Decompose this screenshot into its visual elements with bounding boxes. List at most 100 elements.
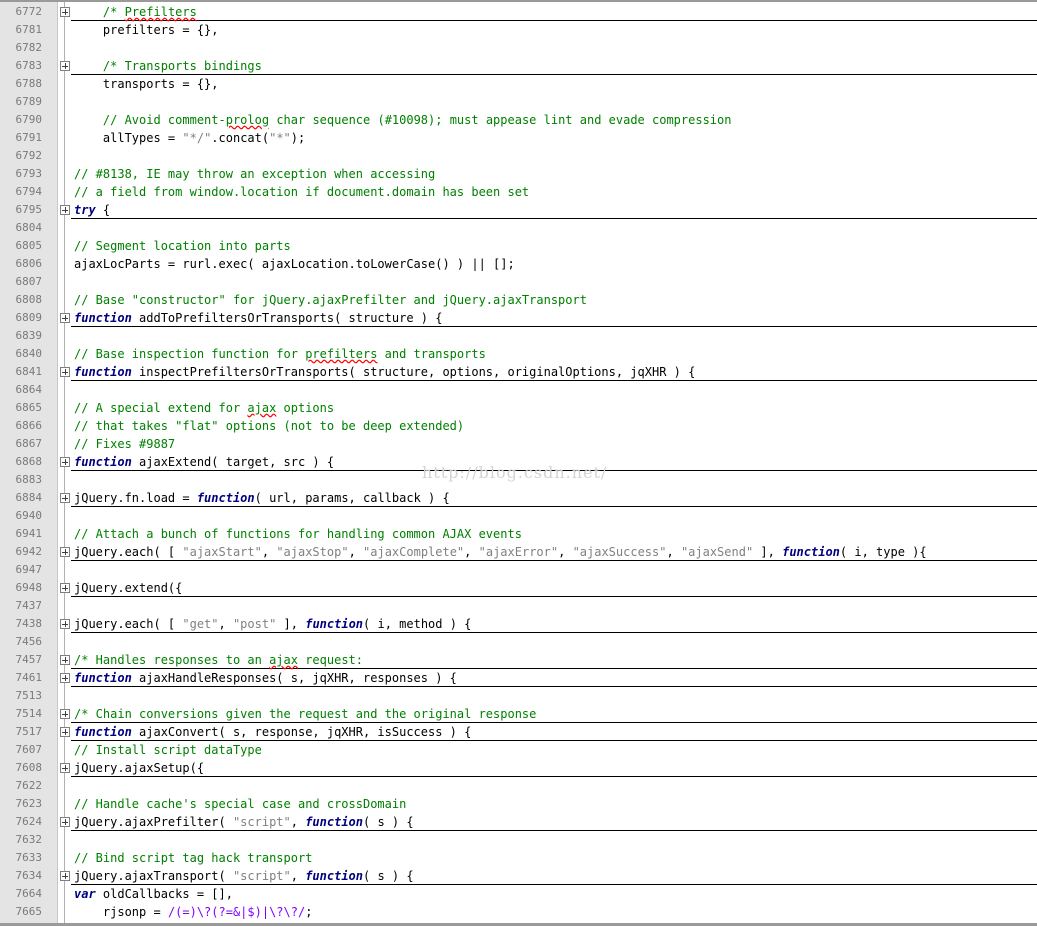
code-text[interactable]: jQuery.ajaxPrefilter( "script", function… [74,813,414,831]
code-line[interactable]: 6940 [0,507,1037,525]
fold-expand-icon[interactable] [60,493,70,503]
code-text[interactable]: // Bind script tag hack transport [74,849,312,867]
code-line[interactable]: 6790 // Avoid comment-prolog char sequen… [0,111,1037,129]
code-text[interactable]: function ajaxHandleResponses( s, jqXHR, … [74,669,457,687]
code-line[interactable]: 7622 [0,777,1037,795]
code-text[interactable]: var oldCallbacks = [], [74,885,233,903]
code-line[interactable]: 7514 /* Chain conversions given the reque… [0,705,1037,723]
code-text[interactable]: /* Prefilters [74,3,197,21]
code-line[interactable]: 6941 // Attach a bunch of functions for h… [0,525,1037,543]
code-text[interactable]: function inspectPrefiltersOrTransports( … [74,363,695,381]
code-line[interactable]: 6841 function inspectPrefiltersOrTranspor… [0,363,1037,381]
code-line[interactable]: 6868 function ajaxExtend( target, src ) { [0,453,1037,471]
code-text[interactable]: // Segment location into parts [74,237,291,255]
code-line[interactable]: 7623 // Handle cache's special case and c… [0,795,1037,813]
code-line[interactable]: 6947 [0,561,1037,579]
code-text[interactable]: prefilters = {}, [74,21,219,39]
code-text[interactable]: // a field from window.location if docum… [74,183,529,201]
code-line[interactable]: 6839 [0,327,1037,345]
code-line[interactable]: 6806 ajaxLocParts = rurl.exec( ajaxLocati… [0,255,1037,273]
code-text[interactable]: // #8138, IE may throw an exception when… [74,165,435,183]
code-text[interactable]: // Install script dataType [74,741,262,759]
fold-expand-icon[interactable] [60,367,70,377]
fold-expand-icon[interactable] [60,313,70,323]
code-text[interactable]: /* Transports bindings [74,57,262,75]
fold-expand-icon[interactable] [60,7,70,17]
code-line[interactable]: 6793 // #8138, IE may throw an exception … [0,165,1037,183]
code-line[interactable]: 7457 /* Handles responses to an ajax requ… [0,651,1037,669]
code-line[interactable]: 6942 jQuery.each( [ "ajaxStart", "ajaxSto… [0,543,1037,561]
code-line[interactable]: 7665 rjsonp = /(=)\?(?=&|$)|\?\?/; [0,903,1037,921]
code-line[interactable]: 6808 // Base "constructor" for jQuery.aja… [0,291,1037,309]
code-text[interactable]: ajaxLocParts = rurl.exec( ajaxLocation.t… [74,255,515,273]
code-line[interactable]: 6864 [0,381,1037,399]
code-text[interactable]: // Base "constructor" for jQuery.ajaxPre… [74,291,587,309]
fold-expand-icon[interactable] [60,817,70,827]
fold-expand-icon[interactable] [60,763,70,773]
fold-expand-icon[interactable] [60,61,70,71]
code-text[interactable]: jQuery.fn.load = function( url, params, … [74,489,450,507]
code-text[interactable]: jQuery.extend({ [74,579,182,597]
code-text[interactable]: // that takes "flat" options (not to be … [74,417,464,435]
code-text[interactable]: // Base inspection function for prefilte… [74,345,486,363]
code-text[interactable]: jQuery.ajaxTransport( "script", function… [74,867,414,885]
code-line[interactable]: 7438 jQuery.each( [ "get", "post" ], func… [0,615,1037,633]
code-line[interactable]: 6782 [0,39,1037,57]
code-text[interactable]: jQuery.each( [ "get", "post" ], function… [74,615,471,633]
code-line[interactable]: 7517 function ajaxConvert( s, response, j… [0,723,1037,741]
code-line[interactable]: 7624 jQuery.ajaxPrefilter( "script", func… [0,813,1037,831]
code-text[interactable]: function ajaxConvert( s, response, jqXHR… [74,723,471,741]
code-line[interactable]: 6805 // Segment location into parts [0,237,1037,255]
fold-expand-icon[interactable] [60,709,70,719]
fold-expand-icon[interactable] [60,871,70,881]
code-line[interactable]: 6792 [0,147,1037,165]
code-text[interactable]: function addToPrefiltersOrTransports( st… [74,309,442,327]
code-text[interactable]: // Fixes #9887 [74,435,175,453]
code-text[interactable]: rjsonp = /(=)\?(?=&|$)|\?\?/; [74,903,313,921]
code-line[interactable]: 6781 prefilters = {}, [0,21,1037,39]
fold-expand-icon[interactable] [60,457,70,467]
code-line[interactable]: 7608 jQuery.ajaxSetup({ [0,759,1037,777]
code-line[interactable]: 7634 jQuery.ajaxTransport( "script", func… [0,867,1037,885]
code-line[interactable]: 6883 [0,471,1037,489]
code-text[interactable]: jQuery.ajaxSetup({ [74,759,204,777]
code-line[interactable]: 6948 jQuery.extend({ [0,579,1037,597]
code-line[interactable]: 7632 [0,831,1037,849]
code-line[interactable]: 6772 /* Prefilters [0,3,1037,21]
code-line[interactable]: 6804 [0,219,1037,237]
fold-expand-icon[interactable] [60,655,70,665]
code-line[interactable]: 6795 try { [0,201,1037,219]
code-line[interactable]: 6865 // A special extend for ajax options [0,399,1037,417]
fold-expand-icon[interactable] [60,619,70,629]
fold-expand-icon[interactable] [60,205,70,215]
fold-expand-icon[interactable] [60,547,70,557]
code-line[interactable]: 6867 // Fixes #9887 [0,435,1037,453]
code-line[interactable]: 6794 // a field from window.location if d… [0,183,1037,201]
code-line[interactable]: 6788 transports = {}, [0,75,1037,93]
code-line[interactable]: 7456 [0,633,1037,651]
code-text[interactable]: try { [74,201,110,219]
fold-expand-icon[interactable] [60,727,70,737]
code-line[interactable]: 6866 // that takes "flat" options (not to… [0,417,1037,435]
code-line[interactable]: 6791 allTypes = "*/".concat("*"); [0,129,1037,147]
code-line[interactable]: 7664 var oldCallbacks = [], [0,885,1037,903]
code-line[interactable]: 6789 [0,93,1037,111]
code-line[interactable]: 7607 // Install script dataType [0,741,1037,759]
code-line[interactable]: 7461 function ajaxHandleResponses( s, jqX… [0,669,1037,687]
code-text[interactable]: // Handle cache's special case and cross… [74,795,406,813]
fold-expand-icon[interactable] [60,673,70,683]
fold-expand-icon[interactable] [60,583,70,593]
code-line[interactable]: 6840 // Base inspection function for pref… [0,345,1037,363]
code-line[interactable]: 6884 jQuery.fn.load = function( url, para… [0,489,1037,507]
code-text[interactable]: jQuery.each( [ "ajaxStart", "ajaxStop", … [74,543,927,561]
code-text[interactable]: // A special extend for ajax options [74,399,334,417]
code-text[interactable]: function ajaxExtend( target, src ) { [74,453,334,471]
code-text[interactable]: /* Chain conversions given the request a… [74,705,536,723]
code-line[interactable]: 6783 /* Transports bindings [0,57,1037,75]
code-line[interactable]: 7437 [0,597,1037,615]
code-text[interactable]: transports = {}, [74,75,219,93]
code-line[interactable]: 6809 function addToPrefiltersOrTransports… [0,309,1037,327]
code-editor[interactable]: 6772 /* Prefilters 6781 prefilters = {}, 6… [0,0,1037,926]
code-text[interactable]: /* Handles responses to an ajax request: [74,651,363,669]
code-text[interactable]: // Attach a bunch of functions for handl… [74,525,522,543]
